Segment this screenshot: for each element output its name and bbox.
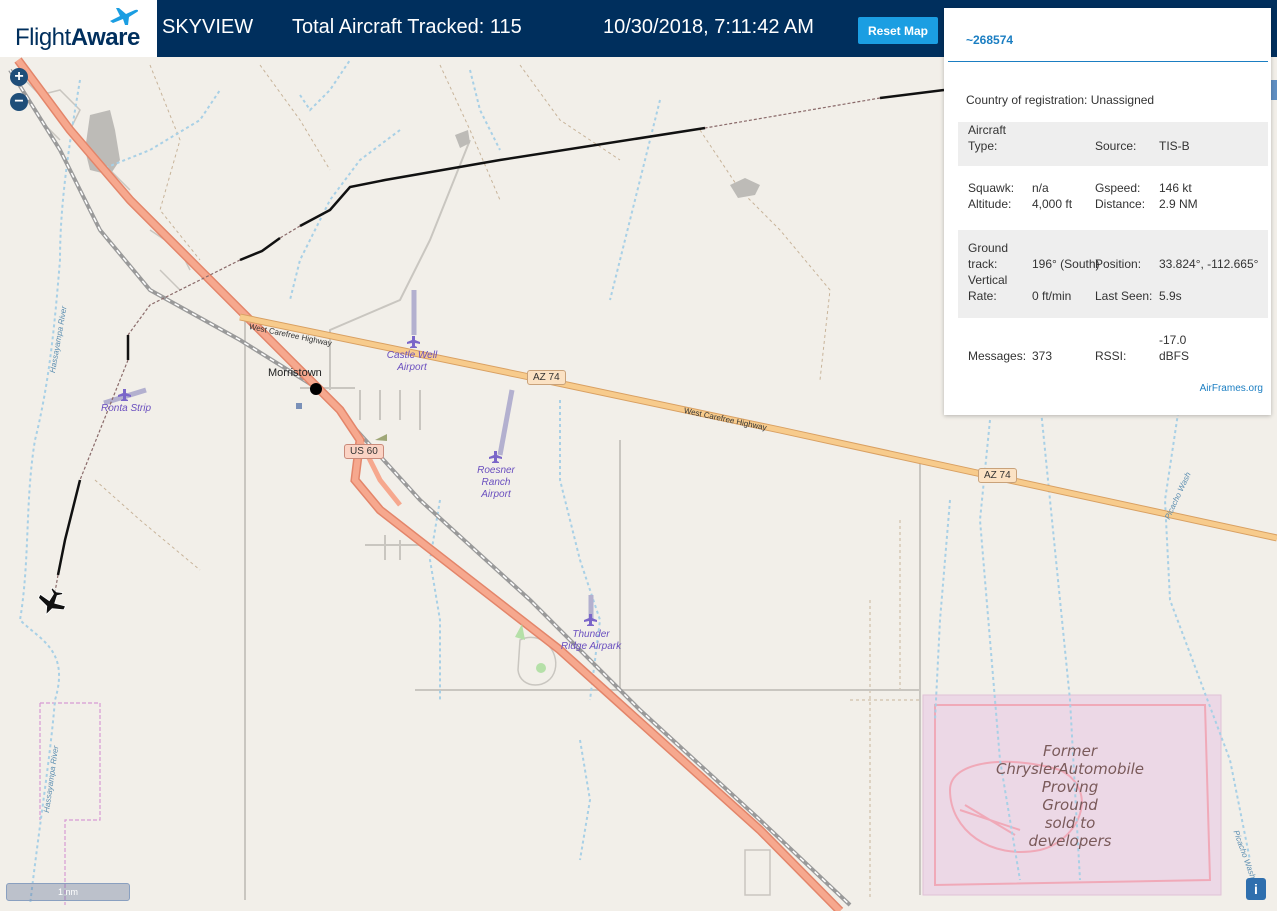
us-60-shield: US 60 (344, 444, 384, 459)
last-seen-value: 5.9s (1159, 289, 1182, 303)
ground-track-label-line2: track: (968, 257, 998, 271)
position-label: Position: (1095, 257, 1142, 271)
vertical-rate-value: 0 ft/min (1032, 289, 1072, 303)
altitude-value: 4,000 ft (1032, 197, 1073, 211)
logo-text-bold: Aware (70, 24, 141, 51)
az-74-shield: AZ 74 (978, 468, 1017, 483)
last-seen-label: Last Seen: (1095, 289, 1153, 303)
vertical-rate-label-line2: Rate: (968, 289, 997, 303)
source-value: TIS-B (1159, 139, 1190, 153)
zoom-in-button[interactable]: + (10, 68, 28, 86)
area-label-proving-ground: Former ChryslerAutomobile Proving Ground… (990, 742, 1150, 850)
vertical-rate-label-line1: Vertical (968, 273, 1008, 287)
source-label: Source: (1095, 139, 1137, 153)
app-name: SKYVIEW (162, 16, 254, 38)
area-label-line: sold to (1044, 814, 1096, 832)
az-74-shield: AZ 74 (527, 370, 566, 385)
squawk-value: n/a (1032, 181, 1049, 195)
us-60-road (14, 57, 844, 911)
zoom-out-button[interactable]: − (10, 93, 28, 111)
airport-label-roesner-ranch[interactable]: Roesner Ranch Airport (466, 465, 526, 501)
airport-icon (584, 614, 597, 626)
airport-icon (407, 336, 420, 348)
gspeed-label: Gspeed: (1095, 181, 1141, 195)
map-poi (536, 663, 546, 673)
airport-name-line: Airport (397, 362, 427, 373)
area-label-line: ChryslerAutomobile (995, 760, 1145, 778)
airport-name-line: Ranch (481, 477, 511, 488)
airport-name-line: Ronta Strip (100, 403, 152, 414)
country-of-registration: Country of registration: Unassigned (966, 93, 1155, 107)
aircraft-type-label-line1: Aircraft (968, 123, 1007, 137)
logo-plane-icon (110, 8, 139, 25)
town-marker (310, 383, 322, 395)
ground-track-value: 196° (South) (1032, 257, 1100, 271)
area-label-line: developers (1028, 832, 1112, 850)
airport-name-line: Thunder (572, 629, 610, 640)
squawk-label: Squawk: (968, 181, 1015, 195)
info-row-messages-rssi: Messages: 373 RSSI: -17.0 dBFS (958, 332, 1268, 368)
info-row-type-source: Aircraft Type: Source: TIS-B (958, 122, 1268, 166)
area-label-line: Former (1043, 742, 1097, 760)
messages-label: Messages: (968, 349, 1027, 363)
logo-text: FlightAware (15, 24, 140, 52)
area-label-line: Proving (1041, 778, 1099, 796)
map-poi (375, 434, 387, 441)
railroad (8, 68, 852, 907)
aircraft-type-label-line2: Type: (968, 139, 998, 153)
rssi-value-line2: dBFS (1159, 349, 1190, 363)
aircraft-info-panel: ~268574 Country of registration: Unassig… (944, 8, 1271, 415)
gspeed-value: 146 kt (1159, 181, 1192, 195)
airport-name-line: Roesner (477, 465, 515, 476)
reset-map-button[interactable]: Reset Map (858, 17, 938, 44)
panel-divider (948, 61, 1268, 62)
info-row-squawk-gspeed: Squawk: n/a Gspeed: 146 kt Altitude: 4,0… (958, 180, 1268, 216)
airport-name-line: Castle Well (386, 350, 438, 361)
altitude-label: Altitude: (968, 197, 1012, 211)
rssi-value-line1: -17.0 (1159, 333, 1187, 347)
local-roads (244, 139, 921, 900)
map-poi (296, 403, 302, 409)
airport-label-thunder-ridge[interactable]: Thunder Ridge Airpark (556, 629, 626, 653)
scale-bar: 1 nm (6, 883, 130, 901)
rssi-label: RSSI: (1095, 349, 1127, 363)
layer-switch-tab[interactable] (1271, 80, 1277, 100)
airport-name-line: Ridge Airpark (560, 641, 622, 652)
aircraft-icon (37, 587, 67, 616)
aircraft-id[interactable]: ~268574 (966, 33, 1013, 47)
messages-value: 373 (1032, 349, 1053, 363)
airport-label-castle-well[interactable]: Castle Well Airport (380, 350, 444, 374)
info-button[interactable]: i (1246, 878, 1266, 900)
town-label-morristown: Morristown (268, 367, 322, 379)
airport-name-line: Airport (481, 489, 511, 500)
skyview-app: FlightAware SKYVIEW Total Aircraft Track… (0, 0, 1277, 911)
aircraft-track (54, 88, 945, 593)
flightaware-logo[interactable]: FlightAware (0, 0, 157, 57)
distance-value: 2.9 NM (1159, 197, 1198, 211)
aircraft-tracked-count: Total Aircraft Tracked: 115 (292, 16, 522, 38)
logo-text-main: Flight (15, 24, 71, 51)
position-value: 33.824°, -112.665° (1159, 257, 1259, 271)
ground-track-label-line1: Ground (968, 241, 1009, 255)
info-row-track-position: Ground track: 196° (South) Position: 33.… (958, 230, 1268, 318)
area-label-line: Ground (1042, 796, 1098, 814)
airframes-link[interactable]: AirFrames.org (1200, 383, 1263, 394)
distance-label: Distance: (1095, 197, 1146, 211)
datetime: 10/30/2018, 7:11:42 AM (603, 16, 814, 38)
airport-label-ronta-strip[interactable]: Ronta Strip (94, 403, 158, 415)
